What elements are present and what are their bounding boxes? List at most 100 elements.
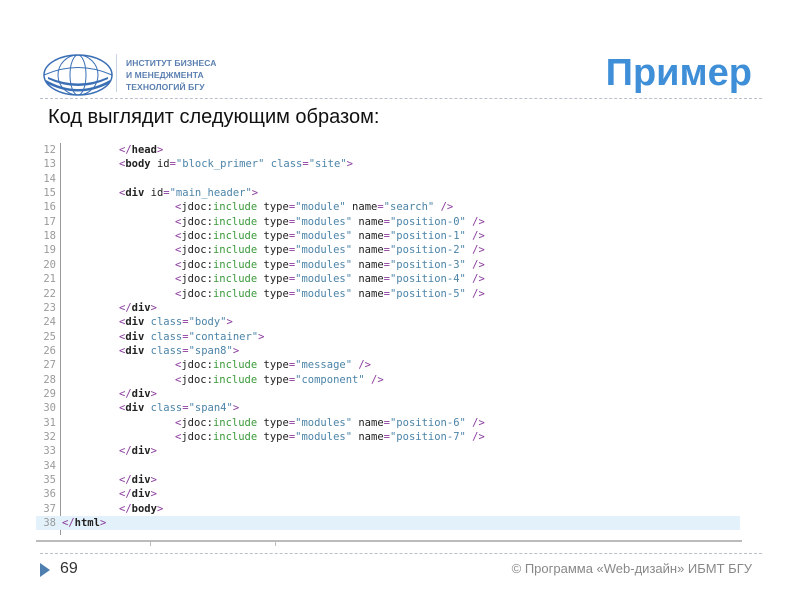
code-token: "position-1" — [389, 230, 473, 243]
code-token: div — [125, 187, 151, 200]
code-token: "modules" — [295, 258, 359, 271]
code-line: 32 <jdoc:include type="modules" name="pos… — [36, 430, 740, 444]
code-token: /> — [472, 244, 485, 257]
line-number: 37 — [43, 502, 56, 515]
line-number: 17 — [43, 215, 56, 228]
line-number: 27 — [43, 359, 56, 372]
code-text: <jdoc:include type="message" /> — [175, 358, 371, 372]
code-line: 29 </div> — [36, 387, 740, 401]
code-line: 14 — [36, 172, 740, 186]
line-number: 28 — [43, 373, 56, 386]
code-token: > — [226, 316, 233, 329]
code-token: type — [263, 416, 289, 429]
code-token: /> — [358, 359, 372, 372]
code-token: "position-4" — [389, 273, 473, 286]
code-token: class — [270, 158, 303, 171]
editor-scrollbar[interactable] — [36, 540, 742, 542]
line-number: 13 — [43, 158, 56, 171]
code-token: div — [125, 316, 151, 329]
code-line: 16 <jdoc:include type="module" name="sear… — [36, 200, 740, 214]
code-token: "position-2" — [389, 244, 473, 257]
code-line: 38 </html> — [36, 516, 740, 531]
code-token: jdoc: — [181, 230, 213, 243]
logo-separator — [116, 54, 117, 92]
code-token: > — [150, 474, 157, 487]
code-text: </div> — [119, 301, 157, 315]
code-line: 28 <jdoc:include type="component" /> — [36, 373, 740, 387]
code-text: <jdoc:include type="modules" name="posit… — [175, 215, 485, 229]
line-number: 31 — [43, 416, 56, 429]
code-token: include — [212, 373, 264, 386]
code-token: </ — [119, 387, 132, 400]
code-line: 18 <jdoc:include type="modules" name="pos… — [36, 229, 740, 243]
code-token: name — [358, 230, 384, 243]
code-text: </body> — [119, 502, 163, 516]
code-token: type — [263, 287, 289, 300]
code-line: 35 </div> — [36, 473, 740, 487]
line-number: 19 — [43, 244, 56, 257]
code-line: 22 <jdoc:include type="modules" name="pos… — [36, 287, 740, 301]
code-token: include — [212, 215, 264, 228]
code-token: </ — [119, 301, 132, 314]
code-text: <body id="block_primer" class="site"> — [119, 157, 353, 171]
code-token: /> — [472, 287, 485, 300]
code-token: div — [125, 402, 151, 415]
code-token: class — [150, 330, 183, 343]
code-text: </head> — [119, 143, 163, 157]
top-divider — [40, 98, 762, 99]
line-number: 30 — [43, 402, 56, 415]
code-token: jdoc: — [181, 273, 213, 286]
code-token: > — [150, 488, 157, 501]
code-token: "position-3" — [389, 258, 473, 271]
code-token: include — [212, 201, 264, 214]
code-token: include — [212, 244, 264, 257]
code-line: 37 </body> — [36, 502, 740, 516]
triangle-arrow-icon — [40, 563, 50, 577]
code-token: jdoc: — [181, 258, 213, 271]
code-token: id — [156, 158, 170, 171]
code-line: 26 <div class="span8"> — [36, 344, 740, 358]
code-token: name — [358, 215, 384, 228]
logo-line: ТЕХНОЛОГИЙ БГУ — [126, 82, 205, 92]
code-text: </html> — [62, 516, 106, 530]
code-token: type — [263, 273, 289, 286]
code-token: > — [150, 445, 157, 458]
line-number: 38 — [43, 517, 56, 530]
code-token: "position-0" — [389, 215, 473, 228]
code-token: > — [99, 517, 107, 530]
line-number: 22 — [43, 287, 56, 300]
code-token: "position-7" — [389, 431, 473, 443]
code-token: jdoc: — [181, 287, 213, 300]
slide-title: Пример — [605, 52, 752, 94]
code-token: > — [156, 144, 164, 156]
code-token: /> — [472, 230, 485, 243]
code-token: "modules" — [295, 431, 359, 443]
line-number: 36 — [43, 488, 56, 501]
code-token: > — [251, 187, 259, 200]
code-token: </ — [119, 445, 132, 458]
line-number: 23 — [43, 301, 56, 314]
code-token: </ — [119, 474, 132, 487]
code-token: jdoc: — [181, 431, 213, 443]
code-token: include — [212, 416, 264, 429]
code-token: name — [358, 416, 384, 429]
code-token: div — [131, 445, 151, 458]
line-number: 14 — [43, 172, 56, 185]
line-number: 29 — [43, 387, 56, 400]
code-line: 21 <jdoc:include type="modules" name="pos… — [36, 272, 740, 286]
code-text: <jdoc:include type="modules" name="posit… — [175, 229, 485, 243]
code-text: <div class="span8"> — [119, 344, 239, 358]
code-token: div — [125, 330, 151, 343]
code-token: name — [358, 287, 384, 300]
code-token: include — [212, 359, 264, 372]
code-token: include — [212, 258, 264, 271]
logo-line: ИНСТИТУТ БИЗНЕСА — [126, 58, 217, 68]
code-token: name — [358, 273, 384, 286]
code-token: </ — [119, 502, 132, 515]
code-token: /> — [371, 373, 384, 386]
code-token: "site" — [308, 158, 347, 171]
code-token: include — [212, 431, 264, 443]
code-token: type — [263, 230, 289, 243]
line-number: 16 — [43, 201, 56, 214]
code-token: type — [263, 359, 289, 372]
